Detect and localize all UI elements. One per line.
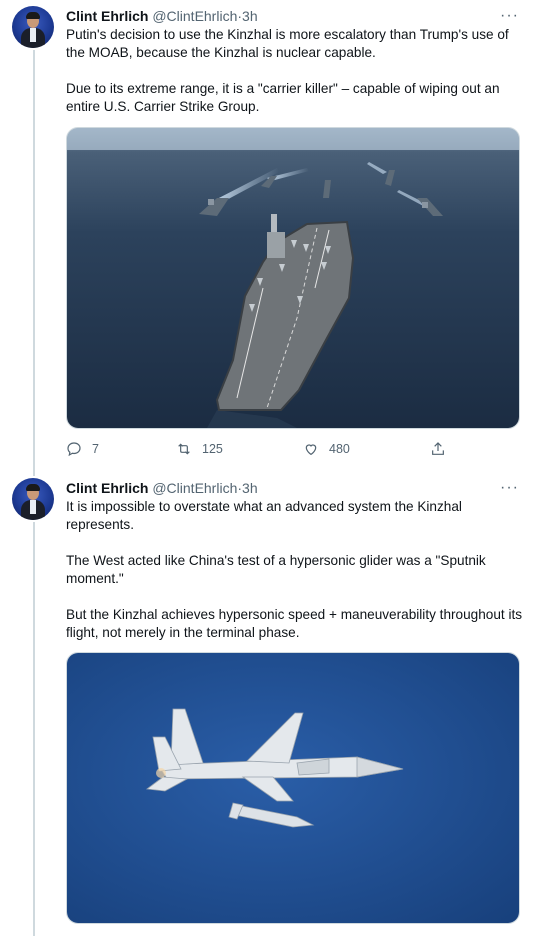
reply-icon [67,442,81,457]
tweet-text: Putin's decision to use the Kinzhal is m… [66,26,528,134]
like-count: 480 [329,442,350,456]
tweet-image-carrier[interactable] [66,127,520,429]
thread-connector [33,50,35,476]
jet-with-kinzhal-missile-photo [67,653,519,923]
tweet-text: It is impossible to overstate what an ad… [66,498,528,660]
author-handle[interactable]: @ClintEhrlich [152,480,237,496]
tweet-paragraph: Due to its extreme range, it is a "carri… [66,81,500,114]
timestamp[interactable]: 3h [242,480,258,496]
tweet-paragraph: Putin's decision to use the Kinzhal is m… [66,27,509,60]
retweet-icon [178,443,190,455]
reply-button[interactable]: 7 [66,438,99,460]
tweet-header: Clint Ehrlich @ClintEhrlich·3h [66,7,258,25]
share-button[interactable] [430,438,456,460]
tweet-image-jet[interactable] [66,652,520,924]
retweet-button[interactable]: 125 [176,438,223,460]
like-button[interactable]: 480 [303,438,350,460]
heart-icon [305,444,317,456]
tweet-paragraph: But the Kinzhal achieves hypersonic spee… [66,607,523,640]
author-name[interactable]: Clint Ehrlich [66,8,148,24]
more-options-icon[interactable]: ··· [500,7,519,25]
more-options-icon[interactable]: ··· [500,479,519,497]
aircraft-carrier-strike-group-photo [67,128,519,428]
timestamp[interactable]: 3h [242,8,258,24]
tweet-paragraph: The West acted like China's test of a hy… [66,553,486,586]
tweet-paragraph: It is impossible to overstate what an ad… [66,499,462,532]
reply-count: 7 [92,442,99,456]
author-handle[interactable]: @ClintEhrlich [152,8,237,24]
share-icon [432,442,444,455]
tweet-header: Clint Ehrlich @ClintEhrlich·3h [66,479,258,497]
thread-connector [33,522,35,936]
retweet-count: 125 [202,442,223,456]
author-name[interactable]: Clint Ehrlich [66,480,148,496]
avatar[interactable] [12,478,54,520]
avatar[interactable] [12,6,54,48]
tweet-actions: 7 125 480 [66,438,466,460]
